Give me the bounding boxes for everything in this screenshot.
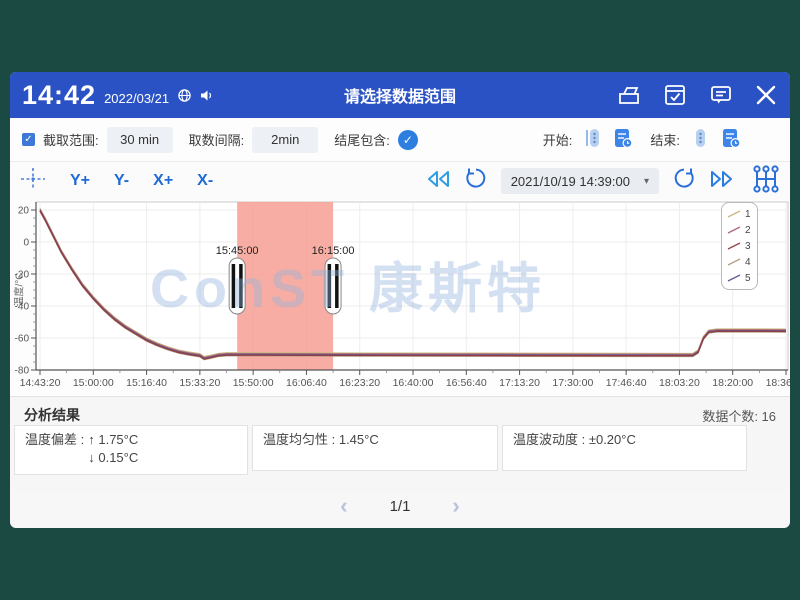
legend-item-5[interactable]: 5 <box>727 270 752 286</box>
legend-item-4[interactable]: 4 <box>727 254 752 270</box>
data-count: 数据个数: 16 <box>702 406 776 425</box>
legend-item-1[interactable]: 1 <box>727 206 752 222</box>
uniformity-result: 温度均匀性 : 1.45°C <box>252 425 498 471</box>
clock-time: 14:42 <box>22 80 96 111</box>
cursor-handle[interactable] <box>325 258 341 314</box>
titlebar: 14:42 2022/03/21 请选择数据范围 <box>10 72 790 118</box>
chevron-down-icon: ▾ <box>644 176 649 187</box>
svg-text:14:43:20: 14:43:20 <box>20 377 61 389</box>
deviation-result: 温度偏差 : ↑ 1.75°C ↓ 0.15°C <box>14 425 248 475</box>
history-forward-icon[interactable] <box>672 167 696 196</box>
chart[interactable]: 20 0 -20 -40 -60 -8014:43:20 15:00:00 15:16:40 1… <box>10 200 790 396</box>
svg-text:20: 20 <box>18 206 30 217</box>
x-zoom-in-button[interactable]: X+ <box>153 172 173 190</box>
svg-text:16:56:40: 16:56:40 <box>446 377 487 389</box>
svg-text:-60: -60 <box>15 334 30 345</box>
interval-input[interactable]: 2min <box>252 127 318 153</box>
svg-text:0: 0 <box>23 238 29 249</box>
clock-date: 2022/03/21 <box>104 91 169 106</box>
deviation-label: 温度偏差 : <box>25 431 84 469</box>
cursor-time-label: 16:15:00 <box>312 245 355 257</box>
svg-text:18:36:40: 18:36:40 <box>766 377 790 389</box>
svg-text:16:06:40: 16:06:40 <box>286 377 327 389</box>
svg-text:18:20:00: 18:20:00 <box>712 377 753 389</box>
end-time-icon[interactable] <box>720 127 742 152</box>
include-end-label: 结尾包含: <box>334 130 390 149</box>
start-cursor-icon[interactable] <box>582 127 602 152</box>
svg-text:-80: -80 <box>15 366 30 377</box>
pagination: ‹ 1/1 › <box>10 490 790 522</box>
svg-text:17:30:00: 17:30:00 <box>552 377 593 389</box>
legend-item-3[interactable]: 3 <box>727 238 752 254</box>
range-controls: ✓ 截取范围: 30 min 取数间隔: 2min 结尾包含: ✓ 开始: 结束… <box>10 118 790 162</box>
range-checkbox[interactable]: ✓ <box>22 133 35 146</box>
speaker-icon <box>199 88 214 108</box>
page-indicator: 1/1 <box>390 498 411 515</box>
x-zoom-out-button[interactable]: X- <box>197 172 213 190</box>
fast-forward-icon[interactable] <box>709 169 735 194</box>
analysis-section: 分析结果 数据个数: 16 温度偏差 : ↑ 1.75°C ↓ 0.15°C 温… <box>10 396 790 492</box>
calendar-check-icon[interactable] <box>662 82 688 108</box>
analysis-heading: 分析结果 <box>24 405 80 425</box>
chart-legend[interactable]: 12345 <box>721 202 758 290</box>
history-back-icon[interactable] <box>464 167 488 196</box>
datetime-dropdown[interactable]: 2021/10/19 14:39:00 ▾ <box>501 168 659 194</box>
range-input[interactable]: 30 min <box>107 127 173 153</box>
fluctuation-result: 温度波动度 : ±0.20°C <box>502 425 747 471</box>
channels-icon[interactable] <box>752 163 780 200</box>
y-zoom-in-button[interactable]: Y+ <box>70 172 90 190</box>
svg-text:18:03:20: 18:03:20 <box>659 377 700 389</box>
deviation-down-value: ↓ 0.15°C <box>88 449 138 467</box>
cursor-handle[interactable] <box>229 258 245 314</box>
svg-text:16:23:20: 16:23:20 <box>339 377 380 389</box>
next-page-button[interactable]: › <box>452 496 459 516</box>
svg-text:-20: -20 <box>15 270 30 281</box>
svg-text:-40: -40 <box>15 302 30 313</box>
comment-icon[interactable] <box>708 82 734 108</box>
close-icon[interactable] <box>754 83 778 107</box>
rewind-icon[interactable] <box>425 169 451 194</box>
chart-toolbar: Y+ Y- X+ X- 2021/10/19 14:39:00 ▾ <box>10 162 790 200</box>
svg-text:17:13:20: 17:13:20 <box>499 377 540 389</box>
legend-item-2[interactable]: 2 <box>727 222 752 238</box>
start-time-icon[interactable] <box>612 127 634 152</box>
svg-text:17:46:40: 17:46:40 <box>606 377 647 389</box>
interval-label: 取数间隔: <box>189 130 245 149</box>
svg-text:16:40:00: 16:40:00 <box>393 377 434 389</box>
svg-text:15:16:40: 15:16:40 <box>126 377 167 389</box>
prev-page-button[interactable]: ‹ <box>340 496 347 516</box>
datetime-value: 2021/10/19 14:39:00 <box>511 174 630 189</box>
include-end-toggle[interactable]: ✓ <box>398 130 418 150</box>
screen: { "titlebar": { "time": "14:42", "date":… <box>0 0 800 600</box>
page-title: 请选择数据范围 <box>344 83 456 107</box>
globe-icon <box>177 88 192 108</box>
cursor-time-label: 15:45:00 <box>216 245 259 257</box>
svg-text:15:50:00: 15:50:00 <box>233 377 274 389</box>
start-label: 开始: <box>543 130 573 149</box>
export-file-icon[interactable] <box>616 82 642 108</box>
chart-area: 温度/°C 200-20-40-60-8014:43:2015:00:0015:… <box>10 200 790 396</box>
end-cursor-icon[interactable] <box>690 127 710 152</box>
app-window: 14:42 2022/03/21 请选择数据范围 <box>10 72 790 528</box>
range-label: 截取范围: <box>43 130 99 149</box>
end-label: 结束: <box>650 130 680 149</box>
crosshair-icon[interactable] <box>20 167 46 196</box>
y-zoom-out-button[interactable]: Y- <box>114 172 129 190</box>
svg-text:15:00:00: 15:00:00 <box>73 377 114 389</box>
svg-text:15:33:20: 15:33:20 <box>179 377 220 389</box>
deviation-up-value: ↑ 1.75°C <box>88 431 138 449</box>
